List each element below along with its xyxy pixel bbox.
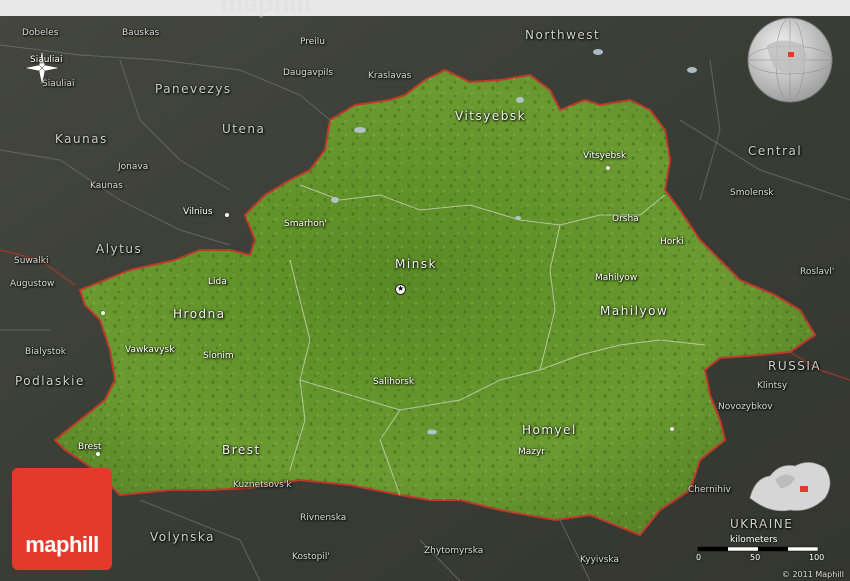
city-jonava[interactable]: Jonava bbox=[118, 163, 148, 172]
top-watermark: maphill bbox=[220, 0, 312, 18]
city-suwalki[interactable]: Suwalki bbox=[14, 257, 49, 266]
city-slonim[interactable]: Slonim bbox=[203, 352, 234, 361]
capital-star-icon[interactable] bbox=[395, 284, 406, 295]
city-kostopil[interactable]: Kostopil' bbox=[292, 553, 330, 562]
scale-tick-0: 0 bbox=[696, 553, 702, 562]
city-klintsy[interactable]: Klintsy bbox=[757, 382, 787, 391]
maphill-logo[interactable]: maphill bbox=[12, 468, 112, 570]
city-vawkavysk[interactable]: Vawkavysk bbox=[125, 346, 174, 355]
city-novozybkov[interactable]: Novozybkov bbox=[718, 403, 773, 412]
europe-locator-icon bbox=[749, 462, 831, 512]
city-daugavpils[interactable]: Daugavpils bbox=[283, 69, 333, 78]
city-preilu[interactable]: Preilu bbox=[300, 38, 325, 47]
city-kuznetsovsk[interactable]: Kuznetsovs'k bbox=[233, 481, 292, 490]
copyright-text: © 2011 Maphill bbox=[781, 570, 844, 579]
region-kaunas[interactable]: Kaunas bbox=[55, 133, 108, 145]
city-kraslavas[interactable]: Kraslavas bbox=[368, 72, 411, 81]
city-dot-vilnius[interactable] bbox=[225, 213, 229, 217]
city-zhytomyrska[interactable]: Zhytomyrska bbox=[424, 547, 483, 556]
city-bauskas[interactable]: Bauskas bbox=[122, 29, 159, 38]
city-siauliai-top[interactable]: Siauliai bbox=[30, 56, 62, 65]
city-horki[interactable]: Horki bbox=[660, 238, 684, 247]
maphill-logo-text: maphill bbox=[25, 532, 99, 557]
city-siauliai[interactable]: Siauliai bbox=[42, 80, 74, 89]
city-brest[interactable]: Brest bbox=[78, 443, 101, 452]
region-brest[interactable]: Brest bbox=[222, 444, 261, 456]
city-orsha[interactable]: Orsha bbox=[612, 215, 639, 224]
city-lida[interactable]: Lida bbox=[208, 278, 227, 287]
region-central[interactable]: Central bbox=[748, 145, 802, 157]
city-bialystok[interactable]: Bialystok bbox=[25, 348, 66, 357]
city-dot-hrodna[interactable] bbox=[101, 311, 105, 315]
city-vilnius[interactable]: Vilnius bbox=[183, 208, 213, 217]
city-dot-brest[interactable] bbox=[96, 452, 100, 456]
region-minsk[interactable]: Minsk bbox=[395, 258, 437, 270]
scale-tick-50: 50 bbox=[750, 553, 761, 562]
city-mahilyow[interactable]: Mahilyow bbox=[595, 274, 637, 283]
globe-locator-icon bbox=[747, 17, 833, 103]
city-vitsyebsk[interactable]: Vitsyebsk bbox=[583, 152, 626, 161]
city-roslavl[interactable]: Roslavl' bbox=[800, 268, 834, 277]
city-mazyr[interactable]: Mazyr bbox=[518, 448, 545, 457]
region-alytus[interactable]: Alytus bbox=[96, 243, 142, 255]
region-vitsyebsk[interactable]: Vitsyebsk bbox=[455, 110, 526, 122]
region-mahilyow[interactable]: Mahilyow bbox=[600, 305, 668, 317]
city-augustow[interactable]: Augustow bbox=[10, 280, 54, 289]
scale-tick-100: 100 bbox=[809, 553, 825, 562]
city-smolensk[interactable]: Smolensk bbox=[730, 189, 774, 198]
region-volynska[interactable]: Volynska bbox=[150, 531, 215, 543]
region-podlaskie[interactable]: Podlaskie bbox=[15, 375, 85, 387]
region-utena[interactable]: Utena bbox=[222, 123, 265, 135]
region-homyel[interactable]: Homyel bbox=[522, 424, 577, 436]
scale-label: kilometers bbox=[730, 535, 778, 545]
city-dot-homyel[interactable] bbox=[670, 427, 674, 431]
region-northwest[interactable]: Northwest bbox=[525, 29, 600, 41]
country-ukraine[interactable]: UKRAINE bbox=[730, 518, 793, 530]
city-salihorsk[interactable]: Salihorsk bbox=[373, 378, 414, 387]
city-rivnenska[interactable]: Rivnenska bbox=[300, 514, 346, 523]
region-panevezys[interactable]: Panevezys bbox=[155, 83, 232, 95]
city-dobeles[interactable]: Dobeles bbox=[22, 29, 58, 38]
city-dot-vitsyebsk[interactable] bbox=[606, 166, 610, 170]
city-kyyivska[interactable]: Kyyivska bbox=[580, 556, 619, 565]
city-kaunas[interactable]: Kaunas bbox=[90, 182, 123, 191]
map-canvas[interactable]: maphill kilometers 0 50 100 ★ Vitsyebsk … bbox=[0, 0, 850, 581]
city-smarhon[interactable]: Smarhon' bbox=[284, 220, 327, 229]
region-hrodna[interactable]: Hrodna bbox=[173, 308, 226, 320]
city-chernihiv[interactable]: Chernihiv bbox=[688, 486, 731, 495]
country-russia[interactable]: RUSSIA bbox=[768, 360, 821, 372]
